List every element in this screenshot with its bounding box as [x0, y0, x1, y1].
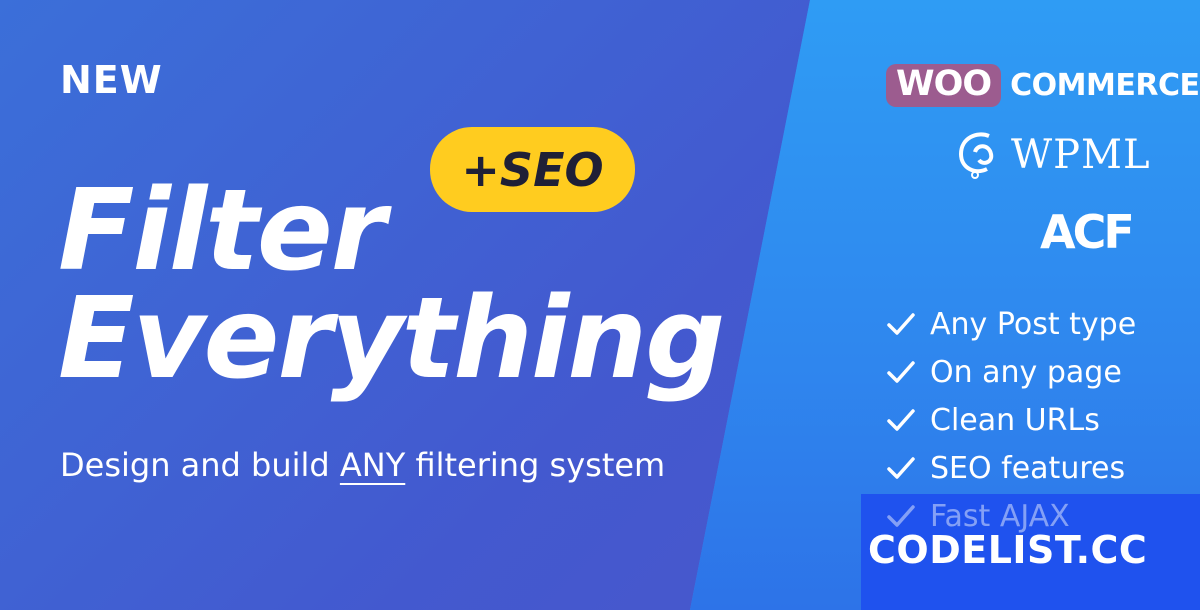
seo-badge: +SEO — [430, 127, 635, 212]
wpml-wordmark: WPML — [1011, 132, 1151, 178]
woo-bubble: WOO — [886, 64, 1002, 107]
wpml-swirl-icon — [958, 132, 994, 179]
check-icon — [887, 361, 915, 383]
feature-label: Clean URLs — [930, 402, 1100, 438]
feature-item: On any page — [884, 348, 1136, 396]
subtitle-emphasis: ANY — [339, 446, 406, 484]
new-label: NEW — [60, 58, 163, 102]
check-icon — [887, 457, 915, 479]
acf-logo: ACF — [1040, 205, 1135, 259]
title-line-filter: Filter — [58, 166, 386, 296]
subtitle-text-start: Design and build — [60, 446, 340, 484]
feature-label: On any page — [930, 354, 1122, 390]
product-banner: NEW Filter Everything +SEO Design and bu… — [0, 0, 1200, 610]
feature-label: SEO features — [930, 450, 1126, 486]
feature-item: SEO features — [884, 444, 1136, 492]
woocommerce-logo: WOO COMMERCE — [886, 64, 1200, 107]
feature-item: Clean URLs — [884, 396, 1136, 444]
feature-list: Any Post type On any page Clean URLs SEO… — [884, 300, 1136, 492]
subtitle: Design and build ANY filtering system — [60, 446, 665, 484]
feature-label: Any Post type — [930, 306, 1137, 342]
wpml-logo: WPML — [955, 128, 1151, 182]
title-line-everything: Everything — [58, 274, 725, 404]
subtitle-text-end: filtering system — [405, 446, 666, 484]
commerce-wordmark: COMMERCE — [1010, 68, 1200, 103]
watermark-text: CODELIST.CC — [868, 528, 1148, 572]
feature-item: Any Post type — [884, 300, 1136, 348]
check-icon — [887, 409, 915, 431]
check-icon — [887, 313, 915, 335]
